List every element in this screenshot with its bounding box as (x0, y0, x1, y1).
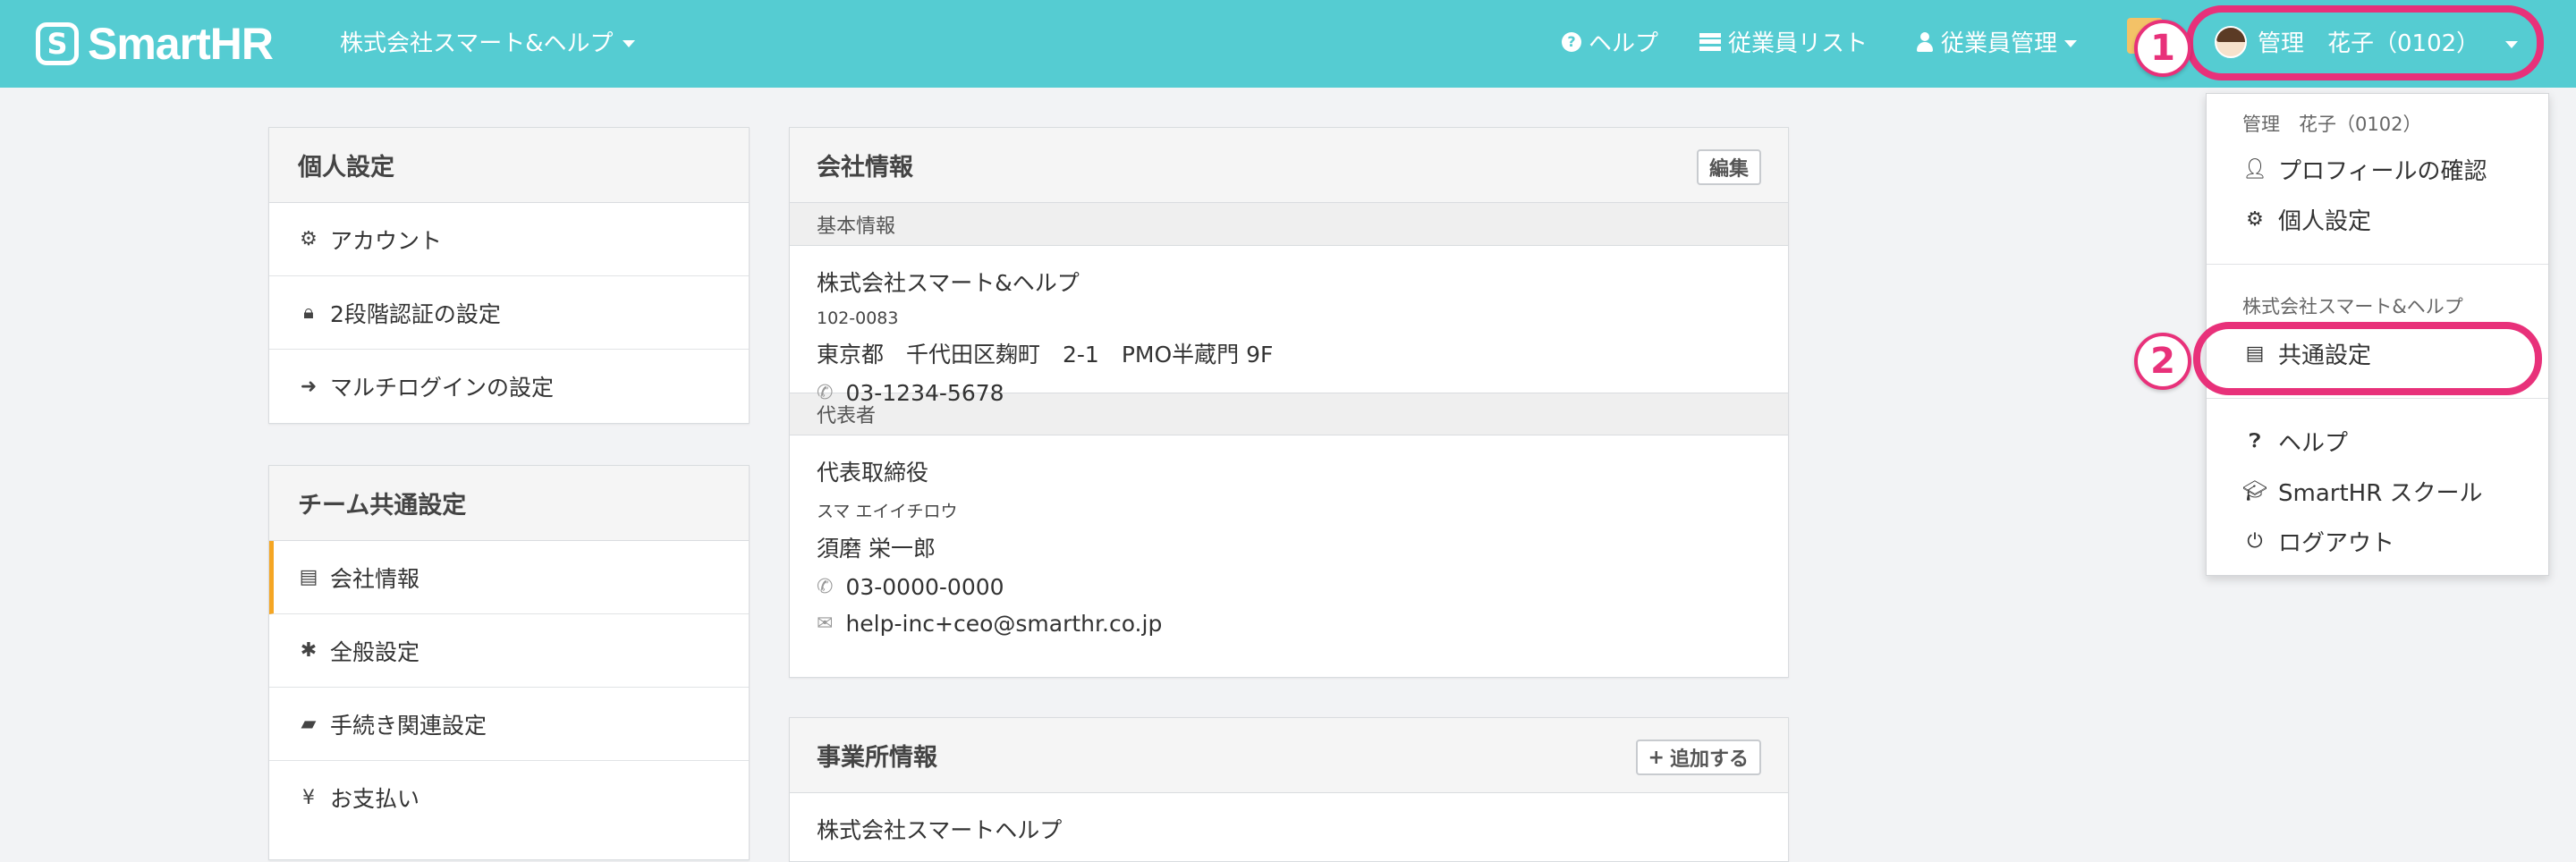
plus-icon: + (1648, 746, 1665, 769)
dropdown-school[interactable]: 🎓︎ SmartHR スクール (2242, 475, 2483, 508)
dropdown-user-label: 管理 花子（0102） (2242, 114, 2422, 135)
person-icon (1916, 31, 1934, 52)
question-circle-icon: ? (1562, 31, 1581, 52)
chevron-down-icon[interactable] (2505, 41, 2518, 48)
book-icon: ▰ (301, 713, 317, 735)
sign-in-icon: ➜ (300, 375, 318, 398)
menu-item-label: マルチログインの設定 (330, 375, 555, 401)
building-icon: ▤ (299, 566, 318, 588)
divider (2207, 398, 2548, 399)
add-office-label: 追加する (1669, 748, 1749, 771)
divider (2207, 264, 2548, 265)
panel-title: 事業所情報 + 追加する (790, 718, 1788, 793)
power-icon: ⏻ (2247, 530, 2263, 553)
logo-text: SmartHR (88, 19, 274, 69)
asterisk-icon: ✱ (300, 639, 318, 662)
rep-email-row: ✉ help-inc+ceo@smarthr.co.jp (817, 611, 1761, 637)
nav-employee-management-label: 従業員管理 (1941, 30, 2058, 57)
dropdown-company-label: 株式会社スマート&ヘルプ (2242, 296, 2463, 317)
smarthr-logo[interactable]: S SmartHR (36, 18, 274, 70)
avatar (2215, 25, 2247, 58)
basic-info-header: 基本情報 (790, 203, 1788, 246)
office-name: 株式会社スマートヘルプ (817, 817, 1063, 843)
rep-phone-row: ✆ 03-0000-0000 (817, 574, 1761, 600)
company-info-panel: 会社情報 編集 基本情報 株式会社スマート&ヘルプ 102-0083 東京都 千… (789, 127, 1789, 678)
graduation-cap-icon: 🎓︎ (2242, 480, 2267, 503)
rep-name: 須磨 栄一郎 (817, 536, 936, 562)
dropdown-profile[interactable]: 👤︎ プロフィールの確認 (2242, 153, 2487, 186)
panel-title: 個人設定 (269, 128, 749, 203)
rep-email: help-inc+ceo@smarthr.co.jp (845, 611, 1163, 637)
company-name: 株式会社スマート&ヘルプ (340, 30, 614, 57)
rep-title: 代表取締役 (817, 460, 929, 486)
question-circle-icon: ❓︎ (2249, 430, 2261, 452)
rep-phone: 03-0000-0000 (845, 574, 1004, 600)
dropdown-school-label: SmartHR スクール (2278, 480, 2483, 507)
dropdown-profile-label: プロフィールの確認 (2278, 158, 2487, 185)
common-settings-highlight (2193, 322, 2542, 395)
panel-title: 会社情報 編集 (790, 128, 1788, 203)
menu-item-general[interactable]: ✱ 全般設定 (269, 614, 749, 688)
menu-item-label: 2段階認証の設定 (330, 300, 501, 327)
menu-item-label: アカウント (330, 227, 443, 254)
postal-code: 102-0083 (817, 308, 899, 328)
chevron-down-icon (622, 39, 635, 47)
office-info-panel: 事業所情報 + 追加する 株式会社スマートヘルプ (789, 717, 1789, 862)
representative-body: 代表取締役 スマ エイイチロウ 須磨 栄一郎 ✆ 03-0000-0000 ✉ … (790, 435, 1788, 637)
menu-item-label: お支払い (330, 786, 420, 812)
gear-icon: ⚙ (300, 228, 318, 250)
menu-item-2fa[interactable]: 🔒︎ 2段階認証の設定 (269, 276, 749, 350)
phone-icon: ✆ (817, 576, 834, 598)
dropdown-logout-label: ログアウト (2278, 530, 2395, 557)
nav-help[interactable]: ? ヘルプ (1562, 25, 1658, 58)
dropdown-help[interactable]: ❓︎ ヘルプ (2246, 425, 2348, 458)
step-badge-2: 2 (2134, 333, 2191, 390)
user-menu-toggle[interactable]: 管理 花子（0102） (2215, 25, 2479, 58)
dropdown-help-label: ヘルプ (2278, 430, 2349, 457)
nav-employee-list-label: 従業員リスト (1728, 30, 1868, 57)
menu-item-account[interactable]: ⚙ アカウント (269, 203, 749, 276)
dropdown-personal-settings[interactable]: ⚙ 個人設定 (2246, 203, 2371, 236)
company-selector[interactable]: 株式会社スマート&ヘルプ (340, 25, 635, 58)
list-icon (1699, 32, 1721, 51)
lock-icon: 🔒︎ (303, 301, 314, 324)
envelope-icon: ✉ (817, 613, 834, 635)
address: 東京都 千代田区麹町 2-1 PMO半蔵門 9F (817, 342, 1274, 368)
chevron-down-icon (2064, 39, 2078, 47)
rep-kana: スマ エイイチロウ (817, 502, 958, 521)
user-name: 管理 花子（0102） (2258, 30, 2480, 57)
add-office-button[interactable]: + 追加する (1635, 739, 1761, 775)
nav-employee-list[interactable]: 従業員リスト (1699, 25, 1868, 58)
step-badge-1: 1 (2134, 20, 2191, 77)
company-info-title: 会社情報 (817, 154, 913, 182)
menu-item-label: 手続き関連設定 (330, 712, 487, 739)
dropdown-personal-label: 個人設定 (2278, 208, 2372, 235)
office-info-title: 事業所情報 (817, 744, 937, 772)
edit-button[interactable]: 編集 (1696, 149, 1761, 185)
menu-item-procedures[interactable]: ▰ 手続き関連設定 (269, 688, 749, 761)
menu-item-payment[interactable]: ¥ お支払い (269, 761, 749, 834)
yen-icon: ¥ (302, 786, 315, 809)
logo-mark-icon: S (36, 22, 79, 65)
personal-settings-panel: 個人設定 ⚙ アカウント 🔒︎ 2段階認証の設定 ➜ マルチログインの設定 (268, 127, 750, 424)
panel-title: チーム共通設定 (269, 466, 749, 541)
person-icon: 👤︎ (2242, 158, 2267, 181)
menu-item-multi-login[interactable]: ➜ マルチログインの設定 (269, 350, 749, 423)
menu-item-label: 全般設定 (330, 638, 420, 665)
team-settings-panel: チーム共通設定 ▤ 会社情報 ✱ 全般設定 ▰ 手続き関連設定 ¥ お支払い (268, 465, 750, 860)
nav-help-label: ヘルプ (1589, 30, 1659, 57)
menu-item-label: 会社情報 (330, 565, 420, 592)
menu-item-company-info[interactable]: ▤ 会社情報 (269, 541, 749, 614)
dropdown-logout[interactable]: ⏻ ログアウト (2246, 525, 2394, 558)
nav-employee-management[interactable]: 従業員管理 (1916, 25, 2078, 58)
company-name: 株式会社スマート&ヘルプ (817, 270, 1080, 296)
basic-info-body: 株式会社スマート&ヘルプ 102-0083 東京都 千代田区麹町 2-1 PMO… (790, 246, 1788, 406)
office-info-body: 株式会社スマートヘルプ (790, 793, 1788, 845)
gear-icon: ⚙ (2246, 208, 2264, 231)
